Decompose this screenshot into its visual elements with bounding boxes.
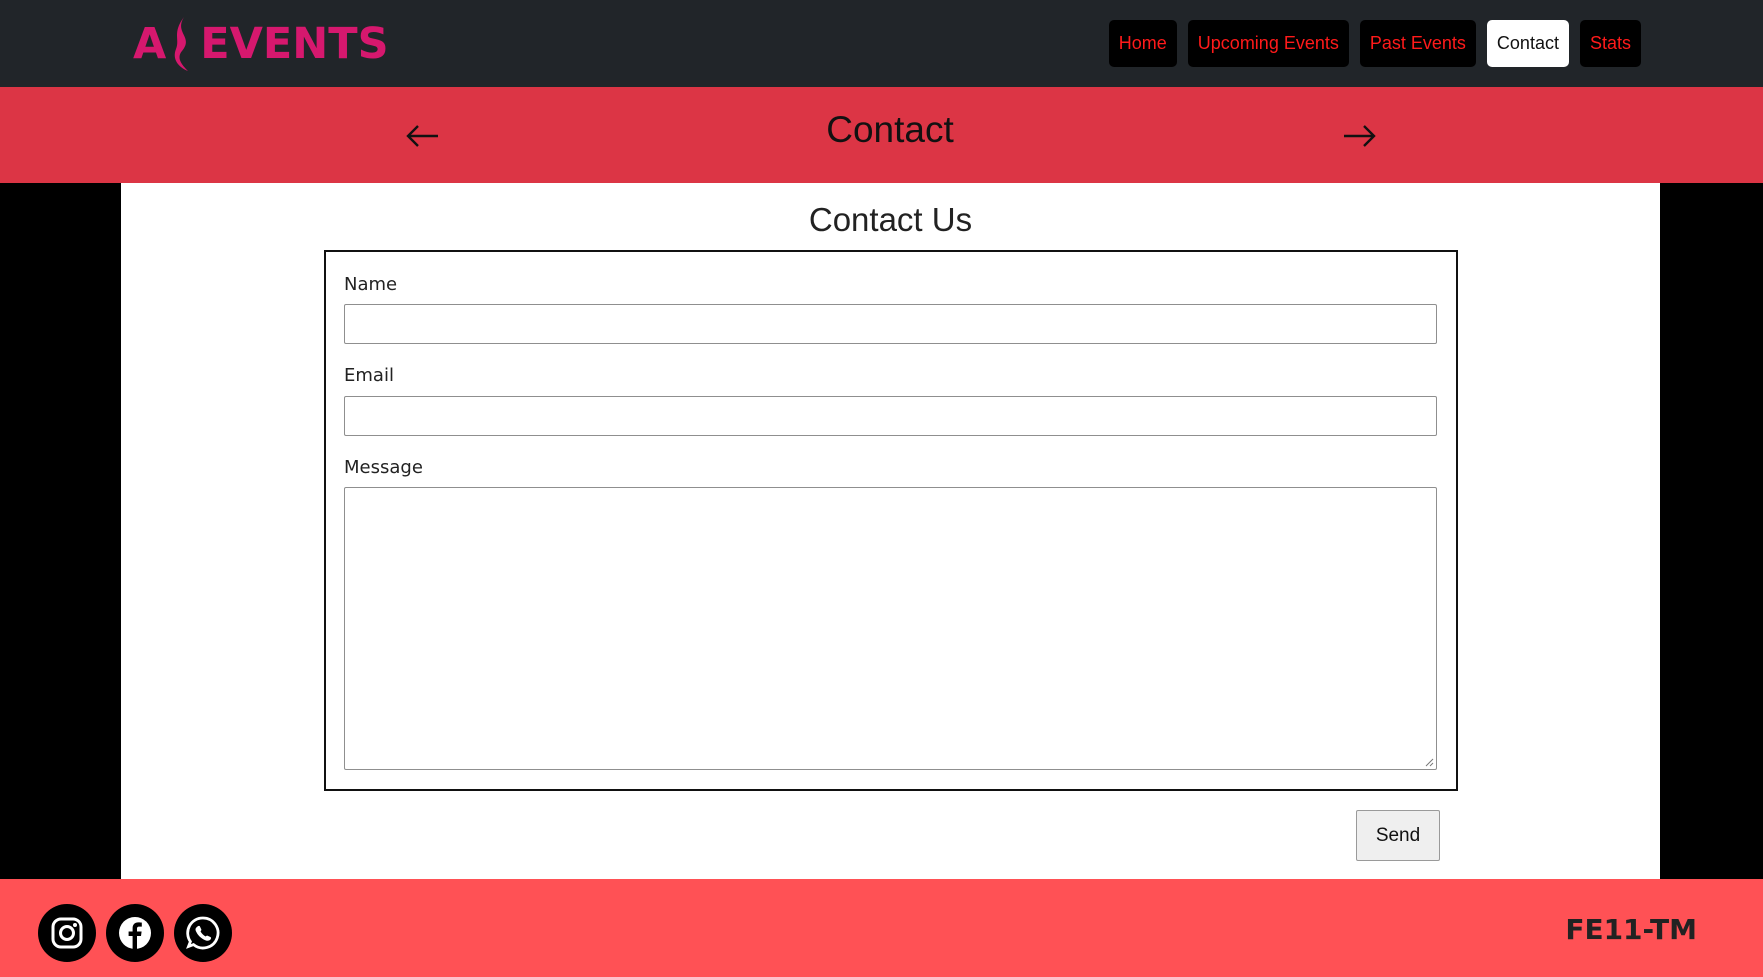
facebook-icon[interactable] bbox=[106, 904, 164, 962]
resize-handle-icon[interactable] bbox=[1424, 757, 1434, 767]
nav-contact[interactable]: Contact bbox=[1486, 20, 1569, 67]
nav-past-events[interactable]: Past Events bbox=[1359, 20, 1476, 67]
contact-panel: Contact Us Name Email Message Send bbox=[121, 183, 1660, 879]
email-label: Email bbox=[344, 365, 394, 386]
nav-home[interactable]: Home bbox=[1108, 20, 1177, 67]
main-nav: Home Upcoming Events Past Events Contact… bbox=[1108, 20, 1641, 67]
page-title-band: Contact bbox=[0, 87, 1763, 183]
page-title: Contact bbox=[826, 109, 954, 150]
nav-stats[interactable]: Stats bbox=[1579, 20, 1641, 67]
whatsapp-icon[interactable] bbox=[174, 904, 232, 962]
footer: FE11-TM bbox=[0, 879, 1763, 977]
brand-logo[interactable]: A EVENTS bbox=[133, 14, 389, 74]
logo-text-events: EVENTS bbox=[200, 19, 389, 69]
email-input[interactable] bbox=[344, 396, 1437, 436]
send-button[interactable]: Send bbox=[1356, 810, 1440, 861]
message-label: Message bbox=[344, 457, 423, 478]
name-input[interactable] bbox=[344, 304, 1437, 344]
instagram-icon[interactable] bbox=[38, 904, 96, 962]
footer-code: FE11-TM bbox=[1565, 913, 1697, 946]
contact-form: Name Email Message bbox=[324, 250, 1458, 791]
logo-letter-a: A bbox=[133, 19, 167, 69]
message-textarea[interactable] bbox=[344, 487, 1437, 770]
top-navbar: A EVENTS Home Upcoming Events Past Event… bbox=[0, 0, 1763, 87]
name-label: Name bbox=[344, 274, 398, 295]
contact-heading: Contact Us bbox=[808, 201, 973, 238]
arrow-right-icon[interactable] bbox=[1340, 117, 1378, 155]
nav-upcoming-events[interactable]: Upcoming Events bbox=[1187, 20, 1349, 67]
flame-icon bbox=[175, 17, 189, 71]
content-area: Contact Us Name Email Message Send bbox=[0, 183, 1763, 879]
